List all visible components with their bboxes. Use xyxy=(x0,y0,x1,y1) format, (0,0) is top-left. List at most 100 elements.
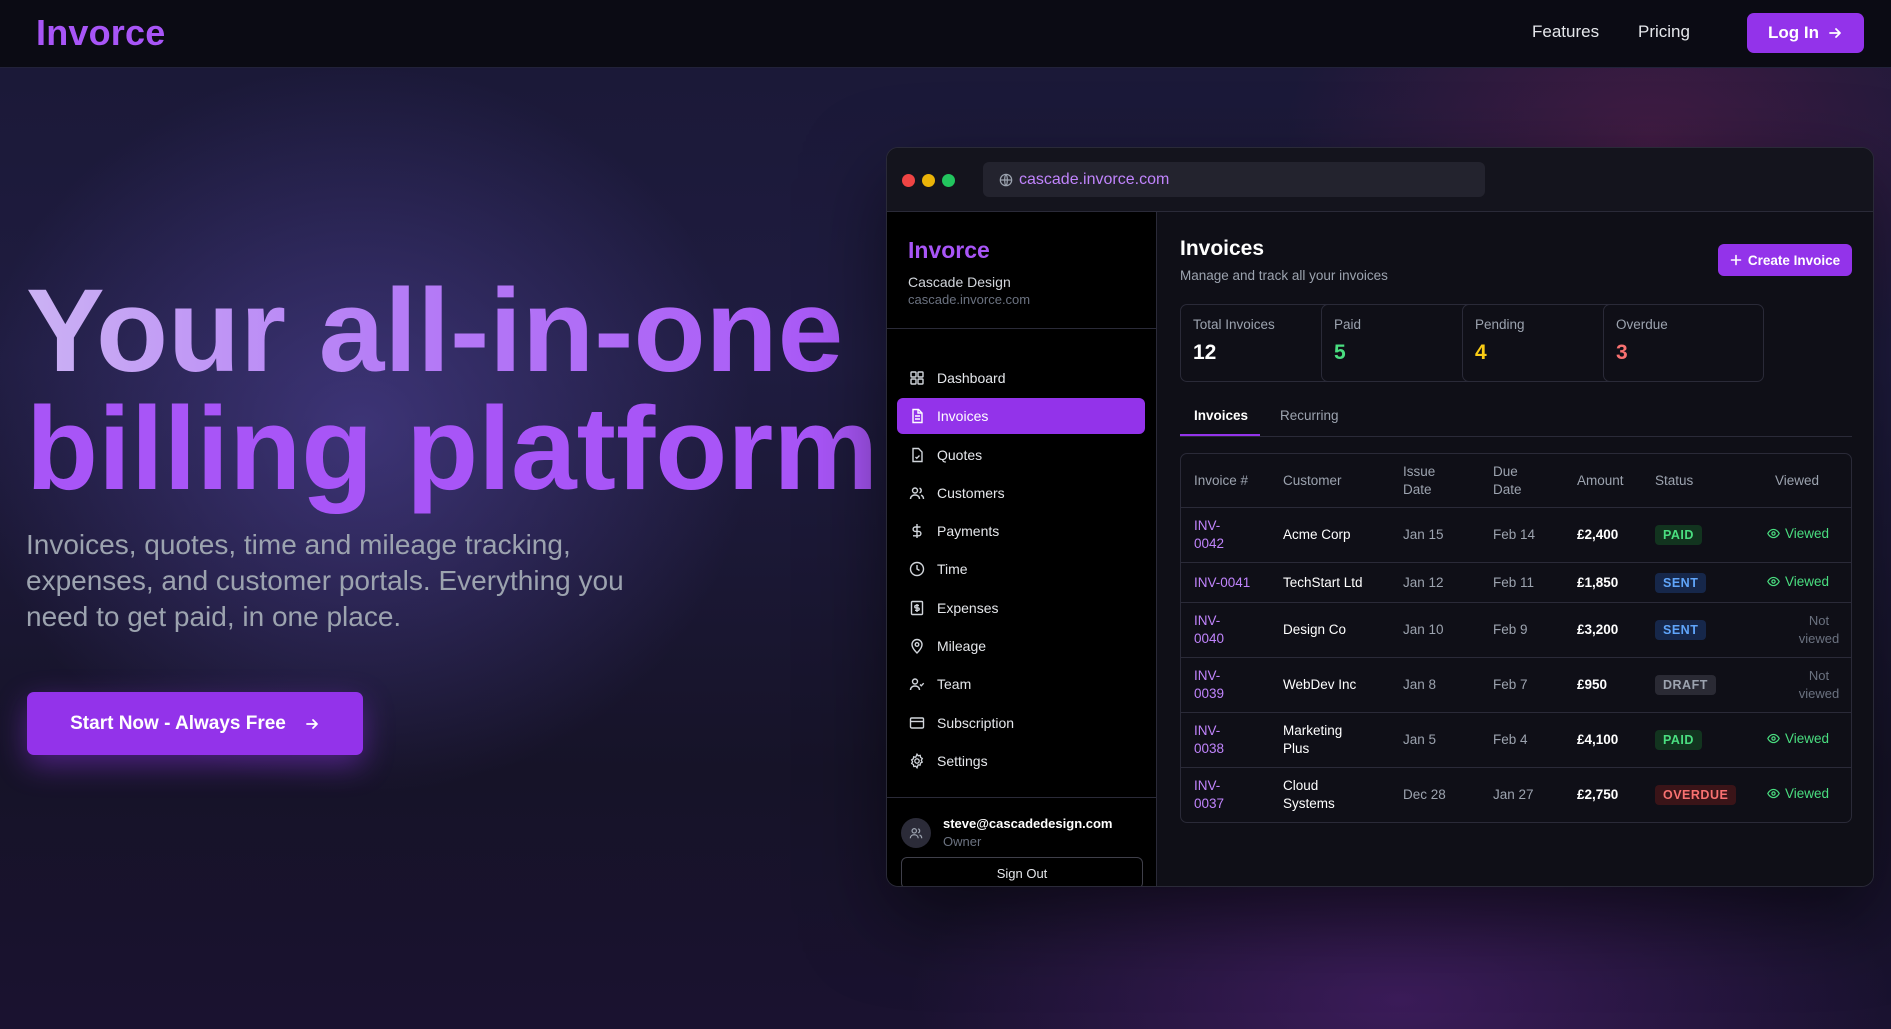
hero-title-line1: Your all-in-one xyxy=(26,272,878,390)
eye-icon xyxy=(1767,528,1780,539)
table-row[interactable]: INV- 0038 Marketing Plus Jan 5 Feb 4 £4,… xyxy=(1181,713,1851,768)
receipt-icon xyxy=(910,600,924,615)
sidebar-item-label: Subscription xyxy=(937,714,1015,731)
invoice-number[interactable]: INV- 0039 xyxy=(1194,667,1224,703)
sidebar-item-label: Mileage xyxy=(937,638,987,655)
sign-out-button[interactable]: Sign Out xyxy=(901,857,1143,886)
stat-card-total: Total Invoices 12 xyxy=(1180,304,1341,382)
sidebar-item-label: Quotes xyxy=(937,446,983,463)
table-row[interactable]: INV- 0040 Design Co Jan 10 Feb 9 £3,200 … xyxy=(1181,603,1851,658)
customer-name: Design Co xyxy=(1283,622,1347,637)
amount: £1,850 xyxy=(1577,575,1619,590)
issue-date: Jan 15 xyxy=(1403,527,1444,542)
brand-logo[interactable]: Invorce xyxy=(36,12,165,54)
table-row[interactable]: INV-0041 TechStart Ltd Jan 12 Feb 11 £1,… xyxy=(1181,563,1851,603)
viewed-status: Viewed xyxy=(1767,526,1829,541)
amount: £950 xyxy=(1577,677,1608,692)
sidebar-item-label: Settings xyxy=(937,752,988,769)
sidebar-item-label: Customers xyxy=(937,484,1005,501)
col-due-date: Due Date xyxy=(1493,463,1522,499)
invoice-number[interactable]: INV- 0040 xyxy=(1194,612,1224,648)
sidebar-item-mileage[interactable]: Mileage xyxy=(897,628,1145,664)
issue-date: Jan 10 xyxy=(1403,622,1444,637)
sidebar-item-label: Time xyxy=(937,561,968,578)
status-badge: OVERDUE xyxy=(1655,785,1737,805)
sidebar-item-label: Expenses xyxy=(937,599,999,616)
customer-name: Cloud Systems xyxy=(1283,777,1335,813)
arrow-right-icon xyxy=(1829,28,1841,38)
sidebar-item-subscription[interactable]: Subscription xyxy=(897,705,1145,741)
col-issue-date-line2: Date xyxy=(1403,482,1432,497)
invoice-number-line1: INV-0041 xyxy=(1194,575,1251,590)
tab-recurring[interactable]: Recurring xyxy=(1280,408,1339,423)
table-row[interactable]: INV- 0039 WebDev Inc Jan 8 Feb 7 £950 DR… xyxy=(1181,658,1851,713)
sidebar-item-team[interactable]: Team xyxy=(897,666,1145,702)
sidebar-item-time[interactable]: Time xyxy=(897,551,1145,587)
sidebar-item-invoices[interactable]: Invoices xyxy=(897,398,1145,435)
col-invoice: Invoice # xyxy=(1194,473,1249,488)
invoice-number-line2: 0038 xyxy=(1194,741,1225,756)
nav-link-features[interactable]: Features xyxy=(1532,22,1599,42)
clock-icon xyxy=(909,562,925,577)
invoice-number[interactable]: INV- 0037 xyxy=(1194,777,1224,813)
invoice-number-line2: 0040 xyxy=(1194,631,1225,646)
login-button-label: Log In xyxy=(1768,23,1819,42)
col-viewed: Viewed xyxy=(1775,473,1820,488)
avatar[interactable] xyxy=(901,818,931,848)
invoice-number-line1: INV- xyxy=(1194,778,1221,793)
address-url: cascade.invorce.com xyxy=(1019,170,1170,188)
tab-invoices[interactable]: Invoices xyxy=(1194,408,1248,423)
app-preview-window: cascade.invorce.com Invorce Cascade Desi… xyxy=(886,147,1874,887)
stat-value: 12 xyxy=(1193,341,1217,364)
browser-chrome: cascade.invorce.com xyxy=(887,148,1873,212)
customer-name-line1: Cloud xyxy=(1283,778,1319,793)
sidebar-item-expenses[interactable]: Expenses xyxy=(897,590,1145,626)
login-button[interactable]: Log In xyxy=(1747,13,1864,53)
sidebar-item-dashboard[interactable]: Dashboard xyxy=(897,360,1145,396)
invoice-icon xyxy=(912,409,923,424)
table-row[interactable]: INV- 0037 Cloud Systems Dec 28 Jan 27 £2… xyxy=(1181,768,1851,822)
viewed-status: Viewed xyxy=(1767,786,1829,801)
window-close-dot xyxy=(902,174,915,187)
invoice-number[interactable]: INV- 0042 xyxy=(1194,517,1224,553)
sidebar-item-settings[interactable]: Settings xyxy=(897,743,1145,779)
viewed-label: Viewed xyxy=(1785,731,1830,746)
eye-icon xyxy=(1767,576,1780,587)
customer-name: Acme Corp xyxy=(1283,527,1351,542)
customer-name-line2: Systems xyxy=(1283,796,1335,811)
start-now-button[interactable]: Start Now - Always Free xyxy=(27,692,363,755)
invoice-number-line1: INV- xyxy=(1194,518,1221,533)
customer-name: WebDev Inc xyxy=(1283,677,1357,692)
window-maximize-dot xyxy=(942,174,955,187)
company-domain: cascade.invorce.com xyxy=(908,292,1031,307)
page-subtitle: Manage and track all your invoices xyxy=(1180,268,1388,283)
dollar-icon xyxy=(912,524,922,539)
dashboard-icon xyxy=(910,371,924,385)
app-sidebar: Invorce Cascade Design cascade.invorce.c… xyxy=(887,212,1157,886)
invoice-number[interactable]: INV-0041 xyxy=(1194,574,1250,592)
invoice-number-line1: INV- xyxy=(1194,613,1221,628)
sidebar-item-customers[interactable]: Customers xyxy=(897,475,1145,511)
col-status: Status xyxy=(1655,473,1694,488)
status-badge: PAID xyxy=(1655,730,1702,750)
sidebar-item-payments[interactable]: Payments xyxy=(897,513,1145,549)
issue-date: Jan 5 xyxy=(1403,732,1437,747)
invoice-number-line2: 0042 xyxy=(1194,536,1225,551)
nav-link-pricing[interactable]: Pricing xyxy=(1638,22,1690,42)
sidebar-divider xyxy=(887,797,1157,798)
user-role: Owner xyxy=(943,834,982,849)
invoice-number[interactable]: INV- 0038 xyxy=(1194,722,1224,758)
hero-title: Your all-in-one billing platform xyxy=(26,272,878,508)
top-navbar: Invorce Features Pricing Log In xyxy=(0,0,1891,68)
stat-card-pending: Pending 4 xyxy=(1462,304,1623,382)
sidebar-item-label: Invoices xyxy=(937,408,989,425)
invoice-number-line2: 0037 xyxy=(1194,796,1225,811)
sidebar-item-quotes[interactable]: Quotes xyxy=(897,437,1145,473)
create-invoice-button[interactable]: Create Invoice xyxy=(1718,244,1852,276)
globe-icon xyxy=(999,173,1013,186)
user-icon xyxy=(909,828,923,839)
sidebar-divider xyxy=(887,328,1157,329)
table-row[interactable]: INV- 0042 Acme Corp Jan 15 Feb 14 £2,400… xyxy=(1181,508,1851,563)
viewed-label: Viewed xyxy=(1785,786,1830,801)
col-issue-date-line1: Issue xyxy=(1403,464,1436,479)
